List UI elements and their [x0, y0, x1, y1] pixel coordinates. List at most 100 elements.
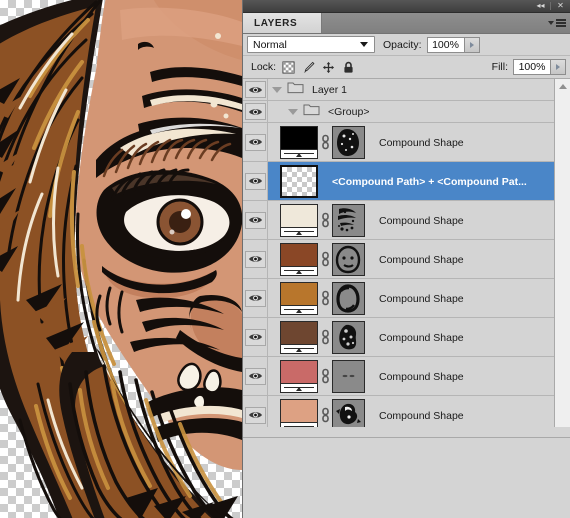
lock-fill-row: Lock: Fill: 100% — [243, 56, 570, 78]
layer-group-name: Layer 1 — [312, 83, 348, 96]
blend-mode-select[interactable]: Normal — [247, 36, 375, 53]
layer-mask-thumbnail[interactable] — [332, 281, 365, 315]
layer-mask-thumbnail[interactable] — [333, 126, 364, 158]
layer-mask-thumbnail[interactable] — [333, 243, 364, 275]
layer-visibility-toggle[interactable] — [243, 101, 268, 122]
layer-thumbnail-fill[interactable] — [280, 242, 318, 276]
layer-thumbnails — [280, 125, 365, 159]
layer-mask-thumbnail[interactable] — [333, 321, 364, 353]
link-icon[interactable] — [321, 407, 330, 423]
layer-visibility-toggle[interactable] — [243, 357, 268, 395]
eye-icon — [248, 256, 262, 262]
fill-color-swatch — [281, 204, 317, 227]
scroll-up-arrow-icon[interactable] — [555, 79, 570, 94]
layer-name: Compound Shape — [379, 371, 464, 383]
gradient-slider-strip — [281, 382, 317, 392]
layer-thumbnail-transparent[interactable] — [280, 164, 318, 198]
opacity-label: Opacity: — [383, 38, 422, 51]
layer-row[interactable]: Compound Shape — [243, 240, 554, 279]
layer-row[interactable]: Compound Shape — [243, 357, 554, 396]
lock-transparent-pixels-icon[interactable] — [282, 60, 295, 74]
photoshop-layers-screen: ◂◂ ✕ LAYERS Normal Opacity: 100% Lock: F… — [0, 0, 570, 518]
layers-panel: ◂◂ ✕ LAYERS Normal Opacity: 100% Lock: F… — [242, 0, 570, 518]
layer-row[interactable]: Layer 1 — [243, 79, 554, 101]
layer-mask-thumbnail[interactable] — [333, 360, 364, 392]
close-icon[interactable]: ✕ — [554, 1, 567, 12]
mask-link-icon[interactable] — [319, 329, 331, 345]
layer-row[interactable]: Compound Shape — [243, 396, 554, 427]
layer-visibility-toggle[interactable] — [243, 279, 268, 317]
layer-visibility-toggle[interactable] — [243, 396, 268, 427]
layer-row[interactable]: Compound Shape — [243, 279, 554, 318]
layer-row-body: Layer 1 — [268, 79, 554, 100]
layer-thumbnail-fill[interactable] — [280, 398, 318, 427]
scrollbar-track[interactable] — [555, 94, 570, 427]
link-icon[interactable] — [321, 251, 330, 267]
tab-layers[interactable]: LAYERS — [243, 13, 322, 33]
layer-visibility-toggle[interactable] — [243, 123, 268, 161]
layer-row-body: <Compound Path> + <Compound Pat... — [268, 162, 554, 200]
layer-mask-thumbnail[interactable] — [332, 242, 365, 276]
layer-thumbnail-fill[interactable] — [280, 281, 318, 315]
layer-row[interactable]: Compound Shape — [243, 123, 554, 162]
opacity-input[interactable]: 100% — [426, 36, 465, 53]
group-disclosure-triangle-icon[interactable] — [288, 108, 298, 115]
panel-controls: Normal Opacity: 100% Lock: Fill: 100% — [243, 34, 570, 79]
link-icon[interactable] — [321, 329, 330, 345]
fill-color-swatch — [281, 360, 317, 383]
mask-link-icon[interactable] — [319, 407, 331, 423]
layer-thumbnail-fill[interactable] — [280, 125, 318, 159]
link-icon[interactable] — [321, 368, 330, 384]
eye-icon-box — [244, 289, 266, 307]
layer-visibility-toggle[interactable] — [243, 79, 268, 100]
layer-mask-thumbnail[interactable] — [332, 359, 365, 393]
layers-scrollbar[interactable] — [554, 79, 570, 427]
fill-color-swatch — [281, 126, 317, 149]
fill-color-swatch — [281, 243, 317, 266]
mask-link-icon[interactable] — [319, 212, 331, 228]
layer-mask-thumbnail[interactable] — [332, 320, 365, 354]
fill-input[interactable]: 100% — [513, 59, 551, 75]
layer-thumbnail-fill[interactable] — [280, 359, 318, 393]
opacity-stepper[interactable] — [464, 36, 480, 53]
panel-menu-icon[interactable] — [544, 16, 566, 29]
layer-name: <Compound Path> + <Compound Pat... — [332, 176, 527, 188]
fill-stepper[interactable] — [551, 59, 566, 75]
collapse-panels-icon[interactable]: ◂◂ — [534, 1, 547, 12]
layer-mask-thumbnail[interactable] — [332, 398, 365, 428]
blend-mode-value: Normal — [253, 38, 287, 51]
lock-all-icon[interactable] — [342, 61, 355, 74]
link-icon[interactable] — [321, 290, 330, 306]
layer-name: Compound Shape — [379, 137, 464, 149]
group-disclosure-triangle-icon[interactable] — [272, 86, 282, 93]
layer-thumbnail-fill[interactable] — [280, 203, 318, 237]
layer-visibility-toggle[interactable] — [243, 318, 268, 356]
layer-mask-thumbnail[interactable] — [333, 204, 364, 236]
layer-row-body: Compound Shape — [268, 279, 554, 317]
layer-mask-thumbnail[interactable] — [333, 399, 364, 428]
layer-row[interactable]: Compound Shape — [243, 201, 554, 240]
canvas-artboard[interactable] — [0, 0, 242, 518]
mask-link-icon[interactable] — [319, 368, 331, 384]
mask-link-icon[interactable] — [319, 290, 331, 306]
layer-row[interactable]: Compound Shape — [243, 318, 554, 357]
layer-visibility-toggle[interactable] — [243, 162, 268, 200]
layer-visibility-toggle[interactable] — [243, 201, 268, 239]
mask-link-icon[interactable] — [319, 134, 331, 150]
layer-mask-thumbnail[interactable] — [332, 125, 365, 159]
layer-row[interactable]: <Group> — [243, 101, 554, 123]
eye-icon-box — [244, 250, 266, 268]
mask-link-icon[interactable] — [319, 251, 331, 267]
layer-name-cell: Compound Shape — [365, 289, 554, 307]
layer-list: Layer 1 <Group> Compound Shape <Compound Pa… — [243, 79, 570, 427]
lock-position-icon[interactable] — [322, 61, 335, 74]
layer-mask-thumbnail[interactable] — [332, 203, 365, 237]
layer-thumbnail-fill[interactable] — [280, 320, 318, 354]
gradient-slider-strip — [281, 148, 317, 158]
link-icon[interactable] — [321, 134, 330, 150]
layer-row-selected[interactable]: <Compound Path> + <Compound Pat... — [243, 162, 554, 201]
lock-image-pixels-icon[interactable] — [302, 61, 315, 74]
link-icon[interactable] — [321, 212, 330, 228]
layer-visibility-toggle[interactable] — [243, 240, 268, 278]
layer-mask-thumbnail[interactable] — [333, 282, 364, 314]
